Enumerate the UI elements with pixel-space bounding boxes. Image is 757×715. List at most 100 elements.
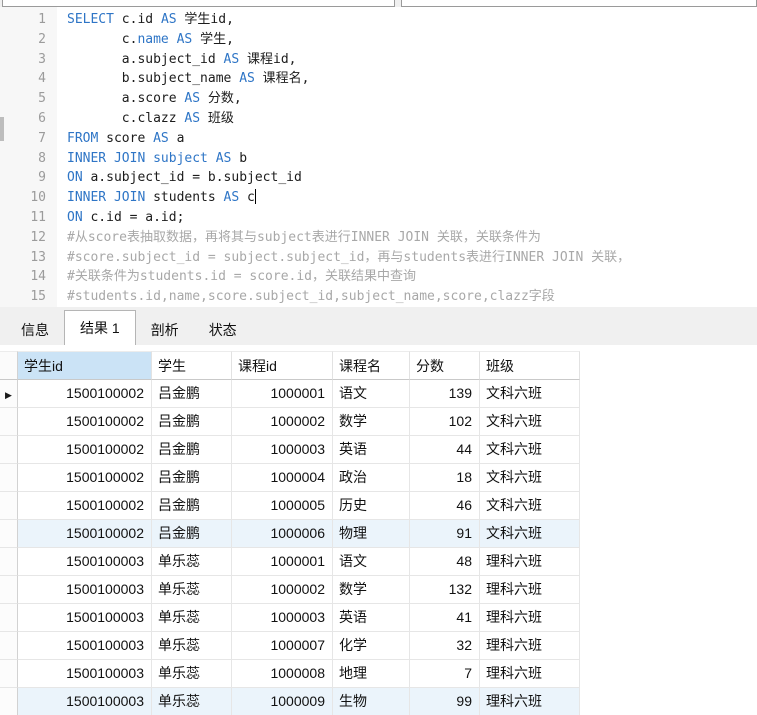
cell-学生id[interactable]: 1500100003 bbox=[18, 660, 152, 688]
cell-分数[interactable]: 44 bbox=[410, 436, 480, 464]
result-grid[interactable]: 学生id 学生 课程id 课程名 分数 班级 ▶ 1500100002 吕金鹏 1000001 语文… bbox=[0, 345, 757, 715]
cell-学生id[interactable]: 1500100002 bbox=[18, 436, 152, 464]
row-marker-cell[interactable] bbox=[0, 548, 18, 576]
cell-分数[interactable]: 46 bbox=[410, 492, 480, 520]
code-line[interactable]: 9 ON a.subject_id = b.subject_id bbox=[0, 168, 757, 188]
cell-班级[interactable]: 文科六班 bbox=[480, 380, 580, 408]
table-row[interactable]: 1500100002 吕金鹏 1000005 历史 46 文科六班 bbox=[0, 492, 580, 520]
tab-结果1[interactable]: 结果 1 bbox=[64, 310, 136, 345]
table-row[interactable]: 1500100002 吕金鹏 1000002 数学 102 文科六班 bbox=[0, 408, 580, 436]
cell-课程id[interactable]: 1000001 bbox=[232, 548, 333, 576]
table-row[interactable]: 1500100003 单乐蕊 1000002 数学 132 理科六班 bbox=[0, 576, 580, 604]
cell-学生[interactable]: 吕金鹏 bbox=[152, 520, 232, 548]
cell-学生[interactable]: 吕金鹏 bbox=[152, 408, 232, 436]
cell-课程id[interactable]: 1000001 bbox=[232, 380, 333, 408]
cell-分数[interactable]: 41 bbox=[410, 604, 480, 632]
cell-班级[interactable]: 理科六班 bbox=[480, 688, 580, 715]
cell-学生[interactable]: 单乐蕊 bbox=[152, 548, 232, 576]
cell-班级[interactable]: 文科六班 bbox=[480, 520, 580, 548]
cell-分数[interactable]: 18 bbox=[410, 464, 480, 492]
table-row[interactable]: 1500100003 单乐蕊 1000003 英语 41 理科六班 bbox=[0, 604, 580, 632]
table-row[interactable]: 1500100003 单乐蕊 1000001 语文 48 理科六班 bbox=[0, 548, 580, 576]
cell-课程名[interactable]: 物理 bbox=[333, 520, 410, 548]
cell-课程名[interactable]: 生物 bbox=[333, 688, 410, 715]
cell-分数[interactable]: 99 bbox=[410, 688, 480, 715]
cell-课程id[interactable]: 1000004 bbox=[232, 464, 333, 492]
tab-状态[interactable]: 状态 bbox=[194, 316, 252, 345]
table-row[interactable]: ▶ 1500100002 吕金鹏 1000001 语文 139 文科六班 bbox=[0, 380, 580, 408]
cell-学生id[interactable]: 1500100002 bbox=[18, 464, 152, 492]
cell-班级[interactable]: 理科六班 bbox=[480, 576, 580, 604]
cell-课程名[interactable]: 化学 bbox=[333, 632, 410, 660]
column-header-学生id[interactable]: 学生id bbox=[18, 351, 152, 380]
table-row[interactable]: 1500100002 吕金鹏 1000004 政治 18 文科六班 bbox=[0, 464, 580, 492]
row-marker-cell[interactable] bbox=[0, 492, 18, 520]
sql-code-area[interactable]: 1 SELECT c.id AS 学生id, 2 c.name AS 学生, 3 a.… bbox=[0, 10, 757, 307]
cell-班级[interactable]: 理科六班 bbox=[480, 660, 580, 688]
cell-分数[interactable]: 48 bbox=[410, 548, 480, 576]
row-marker-cell[interactable] bbox=[0, 520, 18, 548]
cell-班级[interactable]: 理科六班 bbox=[480, 604, 580, 632]
cell-课程id[interactable]: 1000008 bbox=[232, 660, 333, 688]
cell-分数[interactable]: 102 bbox=[410, 408, 480, 436]
cell-课程名[interactable]: 数学 bbox=[333, 408, 410, 436]
code-line[interactable]: 6 c.clazz AS 班级 bbox=[0, 109, 757, 129]
cell-学生id[interactable]: 1500100003 bbox=[18, 688, 152, 715]
cell-学生[interactable]: 单乐蕊 bbox=[152, 688, 232, 715]
cell-班级[interactable]: 文科六班 bbox=[480, 436, 580, 464]
table-row[interactable]: 1500100003 单乐蕊 1000009 生物 99 理科六班 bbox=[0, 688, 580, 715]
cell-课程id[interactable]: 1000002 bbox=[232, 576, 333, 604]
cell-学生[interactable]: 单乐蕊 bbox=[152, 576, 232, 604]
cell-学生id[interactable]: 1500100003 bbox=[18, 604, 152, 632]
cell-学生[interactable]: 吕金鹏 bbox=[152, 492, 232, 520]
cell-班级[interactable]: 文科六班 bbox=[480, 408, 580, 436]
cell-学生id[interactable]: 1500100002 bbox=[18, 520, 152, 548]
row-marker-cell[interactable] bbox=[0, 660, 18, 688]
code-line[interactable]: 2 c.name AS 学生, bbox=[0, 30, 757, 50]
cell-学生id[interactable]: 1500100002 bbox=[18, 408, 152, 436]
table-row[interactable]: 1500100002 吕金鹏 1000006 物理 91 文科六班 bbox=[0, 520, 580, 548]
row-marker-cell[interactable] bbox=[0, 408, 18, 436]
cell-课程id[interactable]: 1000005 bbox=[232, 492, 333, 520]
code-line[interactable]: 11 ON c.id = a.id; bbox=[0, 208, 757, 228]
cell-课程id[interactable]: 1000006 bbox=[232, 520, 333, 548]
row-marker-cell[interactable] bbox=[0, 688, 18, 715]
cell-学生[interactable]: 吕金鹏 bbox=[152, 380, 232, 408]
cell-学生[interactable]: 吕金鹏 bbox=[152, 436, 232, 464]
cell-课程名[interactable]: 语文 bbox=[333, 548, 410, 576]
cell-课程名[interactable]: 英语 bbox=[333, 436, 410, 464]
sql-editor[interactable]: 1 SELECT c.id AS 学生id, 2 c.name AS 学生, 3 a.… bbox=[0, 7, 757, 307]
cell-课程id[interactable]: 1000007 bbox=[232, 632, 333, 660]
cell-课程名[interactable]: 英语 bbox=[333, 604, 410, 632]
code-line[interactable]: 14 #关联条件为students.id = score.id，关联结果中查询 bbox=[0, 267, 757, 287]
cell-班级[interactable]: 理科六班 bbox=[480, 632, 580, 660]
table-row[interactable]: 1500100003 单乐蕊 1000007 化学 32 理科六班 bbox=[0, 632, 580, 660]
row-marker-cell[interactable] bbox=[0, 576, 18, 604]
column-header-分数[interactable]: 分数 bbox=[410, 351, 480, 380]
code-line[interactable]: 5 a.score AS 分数, bbox=[0, 89, 757, 109]
code-line[interactable]: 1 SELECT c.id AS 学生id, bbox=[0, 10, 757, 30]
cell-课程id[interactable]: 1000003 bbox=[232, 604, 333, 632]
column-header-课程名[interactable]: 课程名 bbox=[333, 351, 410, 380]
cell-分数[interactable]: 32 bbox=[410, 632, 480, 660]
cell-课程名[interactable]: 政治 bbox=[333, 464, 410, 492]
cell-分数[interactable]: 91 bbox=[410, 520, 480, 548]
cell-班级[interactable]: 文科六班 bbox=[480, 492, 580, 520]
table-row[interactable]: 1500100002 吕金鹏 1000003 英语 44 文科六班 bbox=[0, 436, 580, 464]
cell-课程名[interactable]: 地理 bbox=[333, 660, 410, 688]
cell-学生id[interactable]: 1500100003 bbox=[18, 632, 152, 660]
code-line[interactable]: 7 FROM score AS a bbox=[0, 129, 757, 149]
cell-学生id[interactable]: 1500100002 bbox=[18, 492, 152, 520]
cell-课程名[interactable]: 历史 bbox=[333, 492, 410, 520]
cell-班级[interactable]: 理科六班 bbox=[480, 548, 580, 576]
cell-学生[interactable]: 单乐蕊 bbox=[152, 632, 232, 660]
cell-课程id[interactable]: 1000002 bbox=[232, 408, 333, 436]
row-marker-cell[interactable] bbox=[0, 464, 18, 492]
cell-学生[interactable]: 单乐蕊 bbox=[152, 604, 232, 632]
code-line[interactable]: 4 b.subject_name AS 课程名, bbox=[0, 69, 757, 89]
cell-分数[interactable]: 132 bbox=[410, 576, 480, 604]
cell-分数[interactable]: 7 bbox=[410, 660, 480, 688]
code-line[interactable]: 12 #从score表抽取数据，再将其与subject表进行INNER JOIN … bbox=[0, 228, 757, 248]
column-header-课程id[interactable]: 课程id bbox=[232, 351, 333, 380]
cell-分数[interactable]: 139 bbox=[410, 380, 480, 408]
